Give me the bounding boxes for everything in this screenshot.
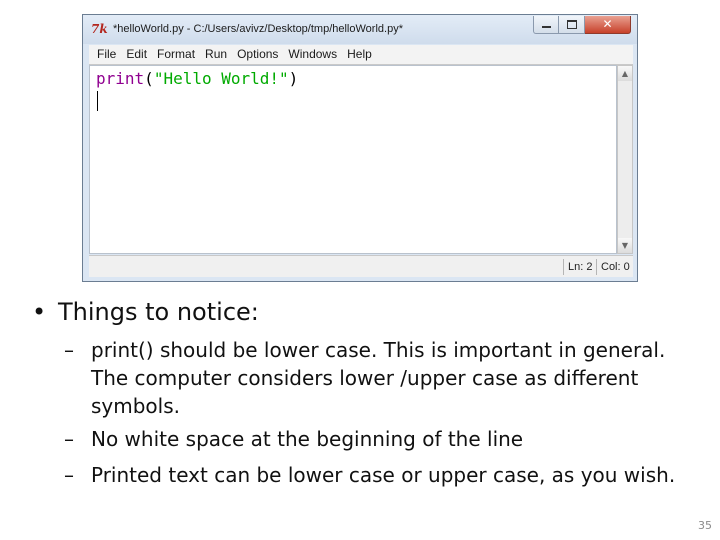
sub-point-text: Printed text can be lower case or upper … xyxy=(91,463,676,487)
sub-point-1: – print() should be lower case. This is … xyxy=(64,336,704,420)
heading-text: Things to notice: xyxy=(58,298,259,326)
dash-icon: – xyxy=(64,463,74,487)
page-number: 35 xyxy=(698,519,712,532)
sub-point-3: – Printed text can be lower case or uppe… xyxy=(64,461,704,489)
bullet-heading: • Things to notice: xyxy=(32,296,259,328)
sub-point-text: No white space at the beginning of the l… xyxy=(91,427,524,451)
sub-point-text: print() should be lower case. This is im… xyxy=(91,338,666,418)
slide-body: • Things to notice: – print() should be l… xyxy=(0,0,720,540)
dash-icon: – xyxy=(64,427,74,451)
sub-point-2: – No white space at the beginning of the… xyxy=(64,425,704,453)
dash-icon: – xyxy=(64,338,74,362)
bullet-icon: • xyxy=(32,298,47,326)
